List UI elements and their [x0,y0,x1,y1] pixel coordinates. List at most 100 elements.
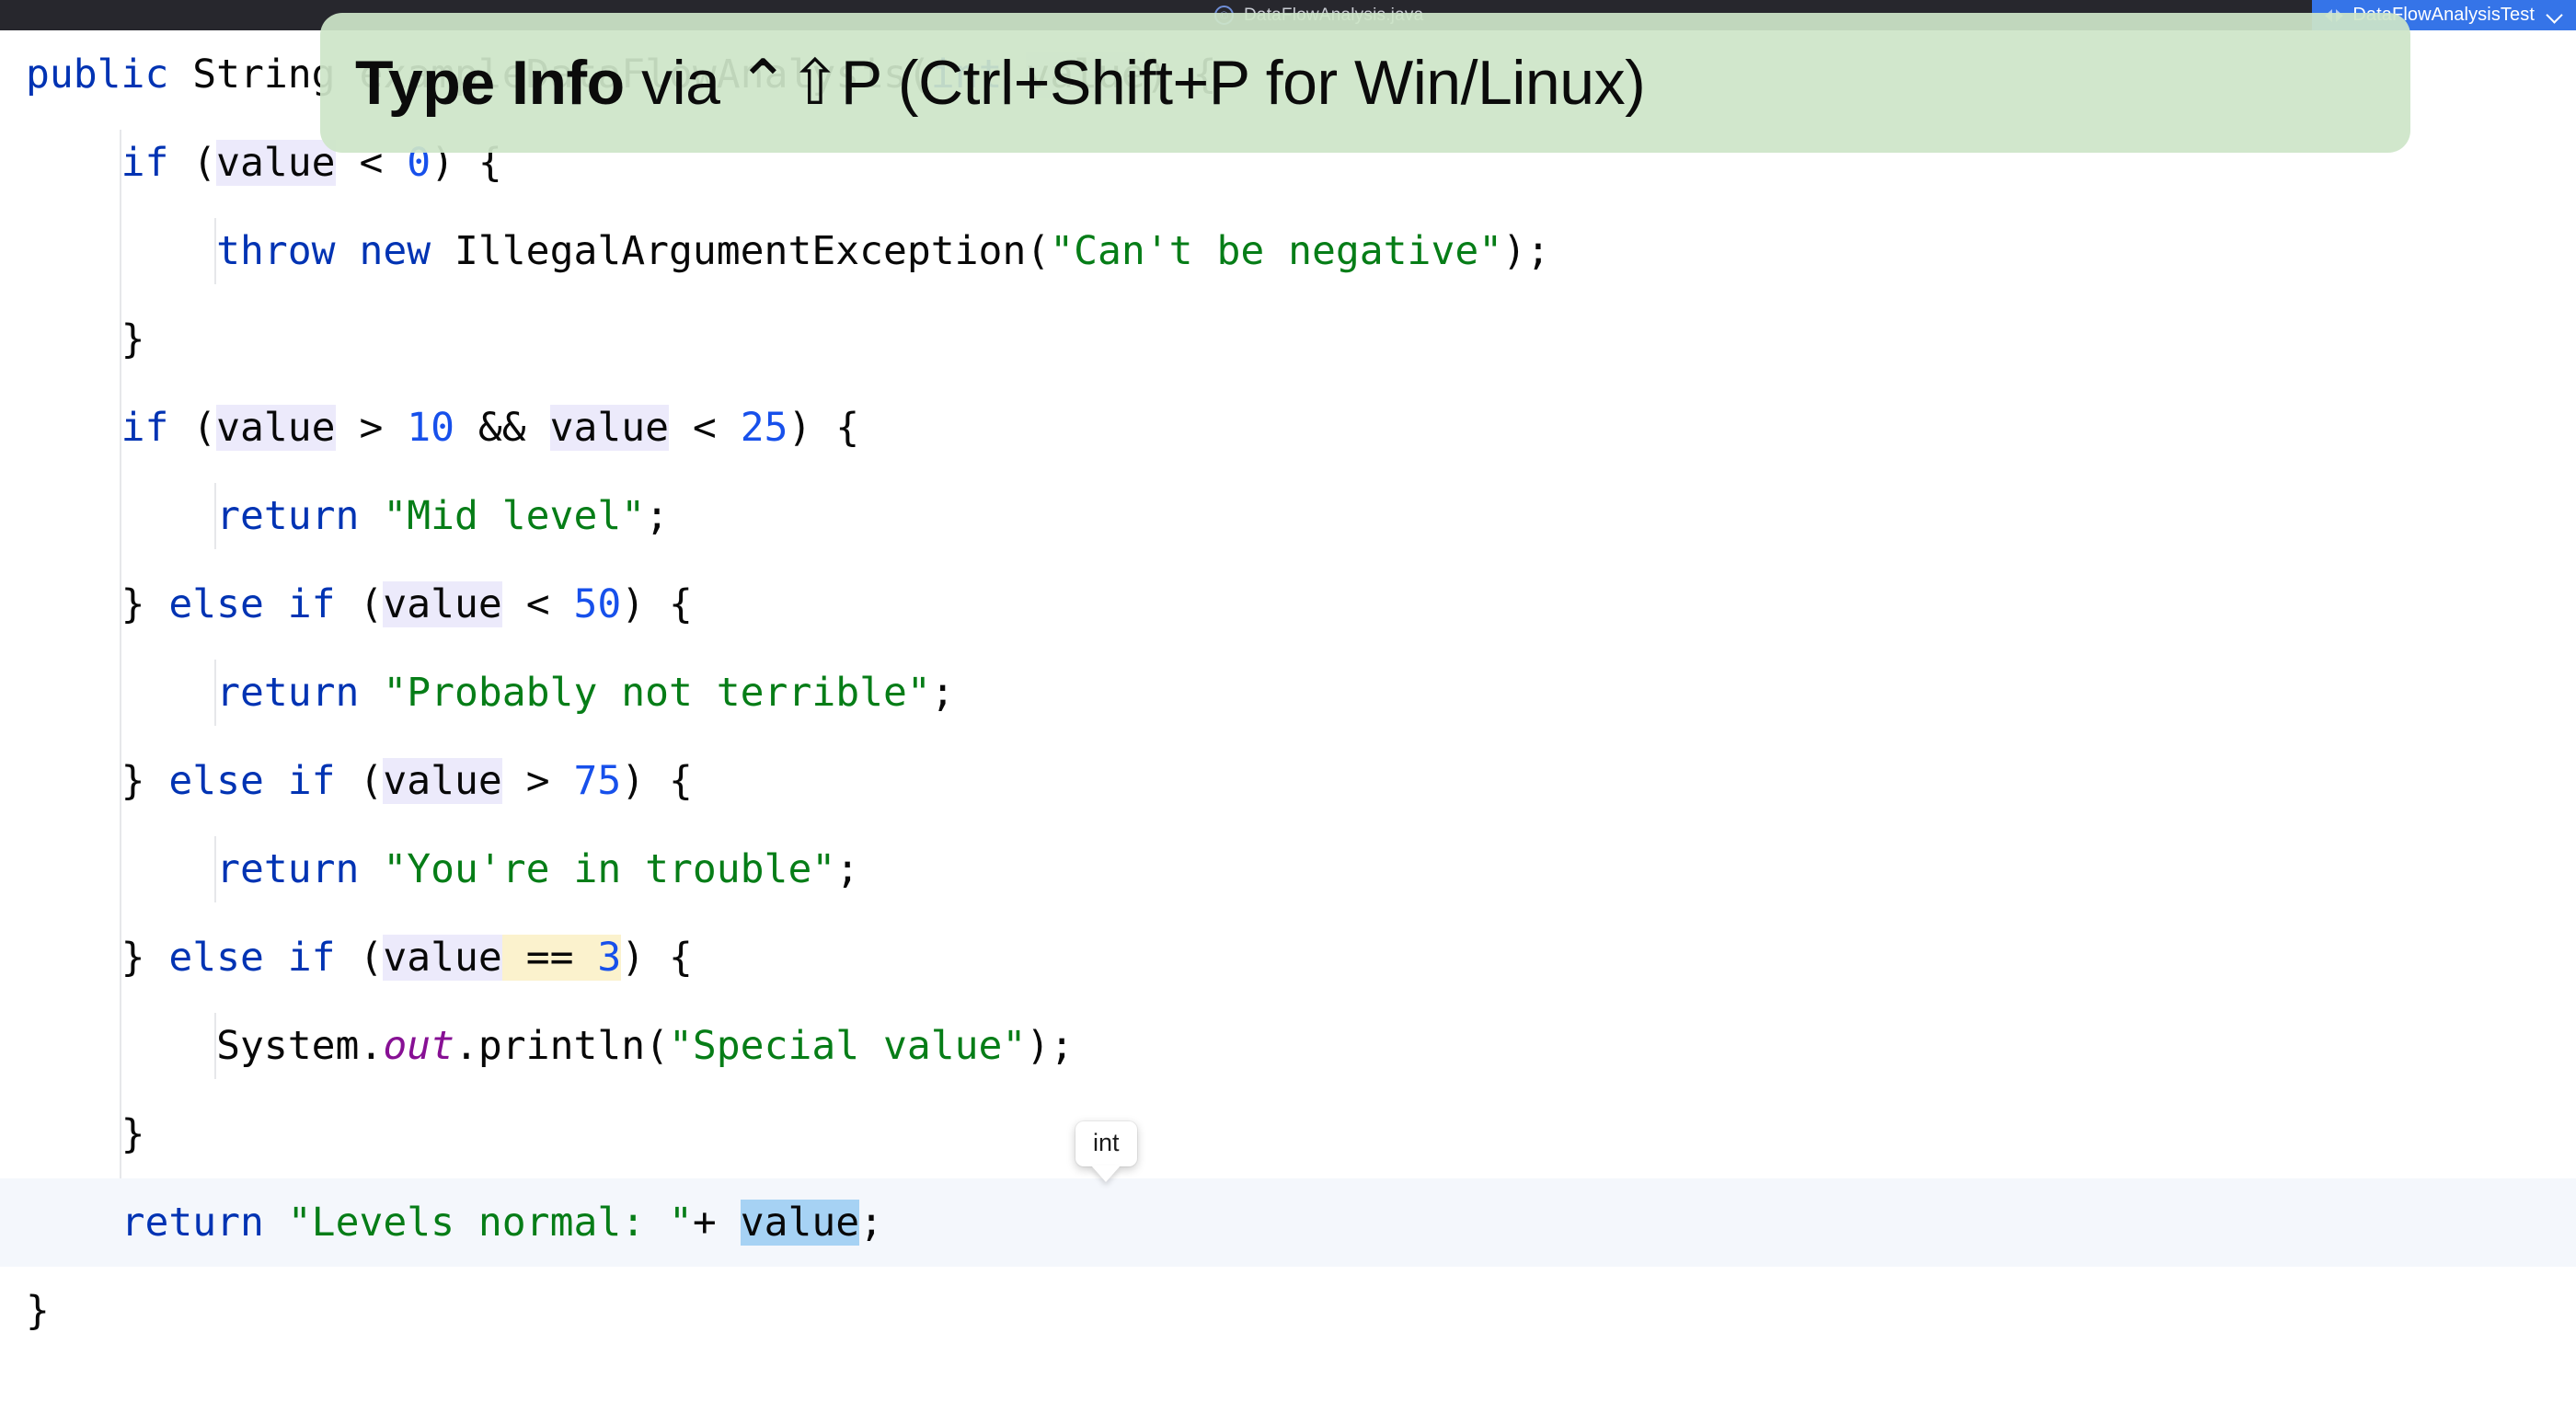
code-token: else [168,758,264,804]
code-token: ; [835,846,860,892]
code-token: value [549,405,670,451]
code-line[interactable]: } else if (value > 75) { [0,737,2576,825]
code-token: ( [335,581,384,627]
code-token: new [359,228,431,274]
annotation-banner-text: Type Info via ⌃⇧P (Ctrl+Shift+P for Win/… [355,47,1646,120]
code-token: ; [859,1200,884,1246]
type-info-tooltip: int [1075,1121,1137,1167]
chevron-down-icon[interactable] [2547,8,2561,22]
code-token: value [216,405,336,451]
code-token: "Mid level" [383,493,646,539]
code-token: else [168,935,264,981]
code-token: String [192,52,336,98]
code-line[interactable]: if (value > 10 && value < 25) { [0,384,2576,472]
code-token: ) { [788,405,860,451]
code-line[interactable]: } [0,295,2576,384]
code-line[interactable]: } [0,1090,2576,1178]
code-token: ; [645,493,670,539]
code-token: } [121,1111,145,1157]
code-token: value [383,935,502,981]
code-lines-container[interactable]: public String exampleDataFlowAnalysis(in… [0,30,2576,1355]
code-token: == [501,935,598,981]
code-token: value [216,140,336,186]
code-token: if [121,140,169,186]
code-token: ( [168,140,217,186]
code-token: 10 [407,405,455,451]
code-editor[interactable]: public String exampleDataFlowAnalysis(in… [0,30,2576,1413]
code-token: value [383,581,502,627]
code-line[interactable]: return "You're in trouble"; [0,825,2576,913]
code-token: ( [335,758,384,804]
code-token: > [501,758,574,804]
code-token: ( [168,405,217,451]
code-token: > [335,405,408,451]
code-token: "Can't be negative" [1050,228,1503,274]
code-token: } [26,1288,50,1334]
code-token: ; [930,670,955,716]
code-token: IllegalArgumentException [454,228,1027,274]
code-token: .println( [454,1023,670,1069]
code-line[interactable]: return "Probably not terrible"; [0,649,2576,737]
code-token: System [216,1023,360,1069]
code-token: } [121,581,169,627]
code-line[interactable]: } [0,1267,2576,1355]
code-token: ( [1026,228,1051,274]
code-token: ); [1026,1023,1075,1069]
code-token: "Probably not terrible" [383,670,931,716]
code-token: 3 [597,935,622,981]
annotation-banner-rest: via ⌃⇧P (Ctrl+Shift+P for Win/Linux) [624,47,1646,118]
tooltip-text: int [1093,1129,1120,1156]
code-token: + [692,1200,741,1246]
code-line[interactable]: } else if (value == 3) { [0,913,2576,1002]
code-token: return [121,1200,264,1246]
code-token: } [121,758,169,804]
code-token: else [168,581,264,627]
code-line[interactable]: return "Levels normal: "+ value; [0,1178,2576,1267]
annotation-banner-bold: Type Info [355,47,625,118]
ide-screen: © DataFlowAnalysis.java DataFlowAnalysis… [0,0,2576,1413]
code-token: } [121,935,169,981]
code-token: . [359,1023,384,1069]
code-token: 75 [573,758,622,804]
code-token: return [216,670,360,716]
code-line[interactable]: System.out.println("Special value"); [0,1002,2576,1090]
code-line[interactable]: } else if (value < 50) { [0,560,2576,649]
code-line[interactable]: throw new IllegalArgumentException("Can'… [0,207,2576,295]
code-token: ); [1502,228,1550,274]
code-token: return [216,846,360,892]
code-token: ( [335,935,384,981]
code-token: return [216,493,360,539]
code-token: value [383,758,502,804]
code-line[interactable]: return "Mid level"; [0,472,2576,560]
code-token: ) { [621,581,693,627]
code-token: 50 [573,581,622,627]
code-token: "You're in trouble" [383,846,836,892]
code-token: if [287,581,336,627]
code-token: if [121,405,169,451]
annotation-banner: Type Info via ⌃⇧P (Ctrl+Shift+P for Win/… [320,13,2410,153]
code-token: ) { [621,935,693,981]
code-token: } [121,316,145,362]
code-token: public [26,52,169,98]
code-token: throw [216,228,336,274]
code-token: ) { [621,758,693,804]
code-token: "Levels normal: " [287,1200,693,1246]
code-token: < [669,405,741,451]
